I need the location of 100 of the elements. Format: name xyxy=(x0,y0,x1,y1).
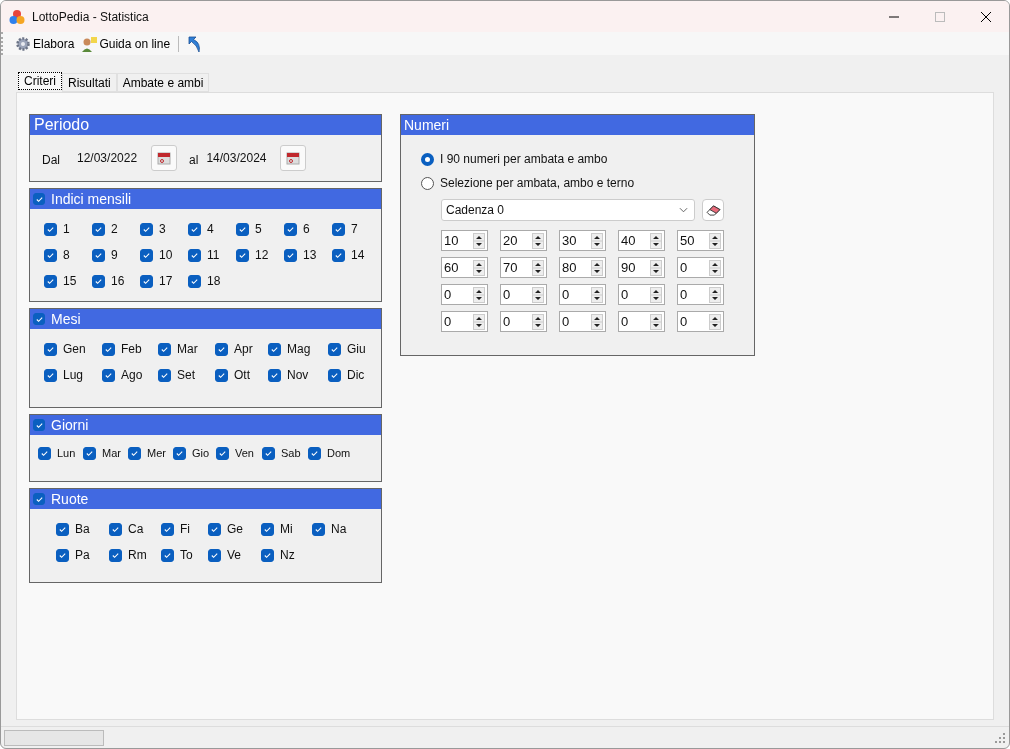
checkbox[interactable] xyxy=(188,274,201,288)
checkbox[interactable] xyxy=(312,522,325,536)
checkbox[interactable] xyxy=(83,446,96,460)
checkbox[interactable] xyxy=(161,548,174,562)
window-title: LottoPedia - Statistica xyxy=(32,9,149,24)
eraser-button[interactable] xyxy=(702,199,724,221)
number-spinner[interactable]: 30 xyxy=(559,230,606,251)
checkmark-icon xyxy=(217,344,226,354)
help-button[interactable]: Guida on line xyxy=(79,33,173,54)
checkbox[interactable] xyxy=(208,548,221,562)
checkbox-label: 9 xyxy=(111,248,118,262)
tab[interactable]: Ambate e ambi xyxy=(116,73,210,92)
checkbox[interactable] xyxy=(109,522,122,536)
number-spinner[interactable]: 0 xyxy=(559,311,606,332)
checkbox[interactable] xyxy=(208,522,221,536)
number-spinner[interactable]: 60 xyxy=(441,257,488,278)
checkbox[interactable] xyxy=(261,522,274,536)
tab[interactable]: Criteri xyxy=(18,72,62,90)
checkbox-label: 8 xyxy=(63,248,70,262)
tab[interactable]: Risultati xyxy=(62,73,117,92)
checkbox-label: Gen xyxy=(63,342,86,356)
date-field[interactable]: 14/03/2024 xyxy=(206,151,267,165)
checkbox-label: 16 xyxy=(111,274,125,288)
radio-button[interactable] xyxy=(421,152,434,166)
checkbox[interactable] xyxy=(332,222,345,236)
checkbox[interactable] xyxy=(102,368,115,382)
number-spinner[interactable]: 50 xyxy=(677,230,724,251)
checkbox[interactable] xyxy=(140,274,153,288)
checkbox[interactable] xyxy=(188,222,201,236)
date-field[interactable]: 12/03/2022 xyxy=(77,151,138,165)
checkbox[interactable] xyxy=(268,342,281,356)
checkbox[interactable] xyxy=(215,342,228,356)
number-spinner[interactable]: 0 xyxy=(500,311,547,332)
checkbox[interactable] xyxy=(44,368,57,382)
checkbox[interactable] xyxy=(33,419,45,431)
checkbox[interactable] xyxy=(236,222,249,236)
checkbox[interactable] xyxy=(188,248,201,262)
elabora-button[interactable]: Elabora xyxy=(13,33,77,54)
spin-arrows-icon xyxy=(473,313,485,330)
checkbox[interactable] xyxy=(38,446,51,460)
checkbox[interactable] xyxy=(308,446,321,460)
number-spinner[interactable]: 0 xyxy=(677,257,724,278)
checkbox[interactable] xyxy=(56,548,69,562)
number-spinner[interactable]: 0 xyxy=(677,284,724,305)
checkbox[interactable] xyxy=(140,248,153,262)
checkbox[interactable] xyxy=(140,222,153,236)
number-spinner[interactable]: 10 xyxy=(441,230,488,251)
checkmark-icon xyxy=(263,524,272,534)
checkbox[interactable] xyxy=(44,342,57,356)
checkbox[interactable] xyxy=(268,368,281,382)
checkbox[interactable] xyxy=(128,446,141,460)
number-spinner[interactable]: 40 xyxy=(618,230,665,251)
spin-arrows-icon xyxy=(591,232,603,249)
checkbox[interactable] xyxy=(102,342,115,356)
checkbox[interactable] xyxy=(161,522,174,536)
checkbox-label: Sab xyxy=(281,447,301,459)
checkbox[interactable] xyxy=(261,548,274,562)
checkbox[interactable] xyxy=(92,222,105,236)
radio-label: I 90 numeri per ambata e ambo xyxy=(440,152,608,166)
number-spinner[interactable]: 20 xyxy=(500,230,547,251)
checkbox[interactable] xyxy=(44,274,57,288)
dropdown[interactable]: Cadenza 0 xyxy=(441,199,695,221)
checkbox[interactable] xyxy=(328,342,341,356)
checkbox[interactable] xyxy=(92,274,105,288)
checkbox[interactable] xyxy=(158,342,171,356)
checkbox[interactable] xyxy=(236,248,249,262)
number-spinner[interactable]: 0 xyxy=(677,311,724,332)
checkbox[interactable] xyxy=(332,248,345,262)
checkbox[interactable] xyxy=(262,446,275,460)
checkbox[interactable] xyxy=(328,368,341,382)
checkmark-icon xyxy=(130,448,139,458)
checkbox[interactable] xyxy=(33,193,45,205)
checkbox[interactable] xyxy=(109,548,122,562)
checkbox[interactable] xyxy=(92,248,105,262)
number-spinner[interactable]: 80 xyxy=(559,257,606,278)
checkbox[interactable] xyxy=(33,313,45,325)
checkbox[interactable] xyxy=(173,446,186,460)
to-label: al xyxy=(189,153,199,167)
number-spinner[interactable]: 0 xyxy=(441,284,488,305)
number-spinner[interactable]: 0 xyxy=(618,284,665,305)
checkbox[interactable] xyxy=(284,222,297,236)
checkbox[interactable] xyxy=(44,248,57,262)
checkbox[interactable] xyxy=(56,522,69,536)
number-spinner[interactable]: 0 xyxy=(441,311,488,332)
number-spinner[interactable]: 0 xyxy=(500,284,547,305)
number-spinner[interactable]: 90 xyxy=(618,257,665,278)
calendar-button[interactable] xyxy=(151,145,178,171)
checkbox[interactable] xyxy=(158,368,171,382)
number-spinner[interactable]: 0 xyxy=(559,284,606,305)
checkbox[interactable] xyxy=(216,446,229,460)
checkbox[interactable] xyxy=(33,493,45,505)
checkbox[interactable] xyxy=(215,368,228,382)
number-spinner[interactable]: 70 xyxy=(500,257,547,278)
number-spinner[interactable]: 0 xyxy=(618,311,665,332)
checkbox[interactable] xyxy=(284,248,297,262)
close-icon[interactable] xyxy=(981,11,991,22)
radio-button[interactable] xyxy=(421,176,434,190)
calendar-button[interactable] xyxy=(280,145,307,171)
checkbox[interactable] xyxy=(44,222,57,236)
checkmark-icon xyxy=(286,224,295,234)
